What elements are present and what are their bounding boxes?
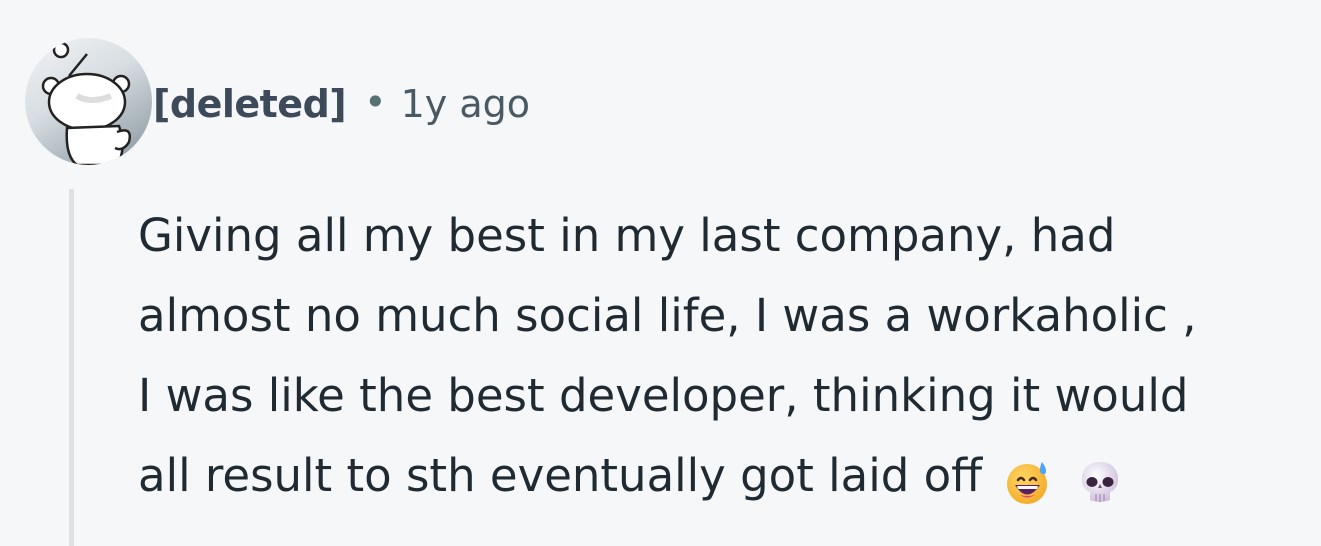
meta-separator: • bbox=[364, 80, 387, 124]
comment-line: all result to sth eventually got laid of… bbox=[138, 449, 983, 502]
avatar[interactable] bbox=[25, 38, 152, 165]
thread-line[interactable] bbox=[69, 189, 74, 546]
comment-last-line: all result to sth eventually got laid of… bbox=[138, 436, 1308, 516]
comment-body: Giving all my best in my last company, h… bbox=[138, 196, 1308, 516]
comment-line: almost no much social life, I was a work… bbox=[138, 289, 1197, 342]
comment-age[interactable]: 1y ago bbox=[401, 82, 530, 126]
grinning-face-with-sweat-icon bbox=[1004, 451, 1052, 504]
comment-meta: [deleted] • 1y ago bbox=[153, 76, 530, 132]
skull-icon bbox=[1076, 451, 1124, 502]
snoo-avatar-icon bbox=[25, 38, 152, 165]
comment-line: I was like the best developer, thinking … bbox=[138, 369, 1189, 422]
author-name[interactable]: [deleted] bbox=[153, 82, 347, 126]
comment-line: Giving all my best in my last company, h… bbox=[138, 209, 1116, 262]
